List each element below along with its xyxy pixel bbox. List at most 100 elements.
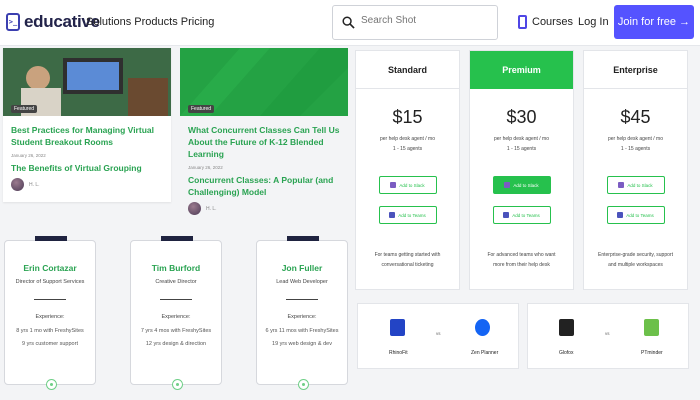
product-name: PTminder [641,350,663,356]
button-label: Add to Slack [513,182,539,188]
team-card-1: Erin Cortazar Director of Support Servic… [4,236,96,390]
plan-description: Enterprise-grade security, support and m… [598,252,673,268]
team-card-2: Tim Burford Creative Director Experience… [130,236,222,390]
plan-name: Enterprise [584,51,687,89]
comparison-card-2[interactable]: vs Glofox PTminder [527,303,689,369]
plan-agents: 1 - 15 agents [392,146,423,152]
product-name: RhinoFit [389,350,408,356]
divider [286,299,318,300]
plan-premium: Premium $30 per help desk agent / mo 1 -… [469,50,574,290]
phone-icon [518,15,527,29]
team-member-name: Erin Cortazar [23,263,77,273]
featured-tag: Featured [188,105,215,113]
blog-subtitle[interactable]: Concurrent Classes: A Popular (and Chall… [188,174,340,198]
avatar [188,202,201,215]
ptminder-logo-icon [644,319,659,336]
nav-links[interactable]: Solutions Products Pricing [86,16,214,28]
teams-icon [617,212,624,218]
blog-title[interactable]: Best Practices for Managing Virtual Stud… [11,124,163,148]
plan-price: $45 [620,107,651,127]
login-link[interactable]: Log In [578,16,609,28]
comparison-card-1[interactable]: vs RhinoFit Zen Planner [357,303,519,369]
blog-subtitle[interactable]: The Benefits of Virtual Grouping [11,162,163,174]
add-to-teams-button[interactable]: Add to Teams [378,206,437,224]
slack-icon [390,182,397,188]
team-member-name: Tim Burford [151,263,201,273]
blog-date: January 26, 2022 [188,165,223,170]
product-name: Zen Planner [471,350,499,356]
blog-card-2[interactable]: Featured What Concurrent Classes Can Tel… [180,48,348,230]
experience-line: 19 yrs web design & dev [272,341,332,347]
button-label: Add to Slack [627,182,653,188]
author-name: H. L. [206,205,217,212]
plan-agents: 1 - 15 agents [506,146,537,152]
experience-line: 7 yrs 4 mos with FreshySites [140,328,212,334]
plan-description: For advanced teams who want more from th… [487,252,556,268]
add-to-slack-button[interactable]: Add to Slack [492,176,551,194]
featured-tag: Featured [11,105,38,113]
vs-label: vs [436,331,441,336]
join-button[interactable]: Join for free → [614,5,694,39]
rhinofit-logo-icon [390,319,405,336]
slack-icon [504,182,511,188]
blog-author: H. L. [11,178,163,191]
vs-label: vs [605,331,610,336]
teams-icon [389,212,396,218]
avatar [11,178,24,191]
button-label: Add to Teams [512,212,540,218]
add-to-slack-button[interactable]: Add to Slack [378,176,437,194]
search-box[interactable] [332,5,498,40]
blog-card-1[interactable]: Featured Best Practices for Managing Vir… [3,48,171,202]
blog-author: H. L. [188,202,340,215]
blog-thumbnail: Featured [180,48,348,116]
terminal-logo-icon: >_ [6,13,20,31]
courses-label: Courses [532,16,573,28]
button-label: Add to Teams [626,212,654,218]
plan-per: per help desk agent / mo [493,136,550,142]
experience-line: 8 yrs 1 mo with FreshySites [16,328,84,334]
plan-per: per help desk agent / mo [379,136,436,142]
add-to-teams-button[interactable]: Add to Teams [606,206,665,224]
expand-dot-icon[interactable] [172,379,183,390]
team-member-role: Lead Web Developer [276,279,328,285]
search-input[interactable] [361,15,491,26]
plan-name: Standard [356,51,459,89]
search-icon [342,16,355,29]
divider [34,299,66,300]
experience-line: 6 yrs 11 mos with FreshySites [265,328,339,334]
plan-description: For teams getting started with conversat… [374,252,441,268]
blog-title[interactable]: What Concurrent Classes Can Tell Us Abou… [188,124,340,160]
experience-label: Experience: [161,314,191,320]
plan-price: $15 [392,107,423,127]
experience-label: Experience: [35,314,65,320]
product-name: Glofox [559,350,574,356]
add-to-slack-button[interactable]: Add to Slack [606,176,665,194]
plan-standard: Standard $15 per help desk agent / mo 1 … [355,50,460,290]
expand-dot-icon[interactable] [46,379,57,390]
zenplanner-logo-icon [475,319,490,336]
glofox-logo-icon [559,319,574,336]
team-member-role: Creative Director [155,279,197,285]
photo-edge [35,236,67,241]
plan-per: per help desk agent / mo [607,136,664,142]
team-member-name: Jon Fuller [281,263,323,273]
courses-link[interactable]: Courses [518,15,573,29]
photo-edge [161,236,193,241]
experience-line: 12 yrs design & direction [145,341,207,347]
blog-date: January 26, 2022 [11,153,46,158]
add-to-teams-button[interactable]: Add to Teams [492,206,551,224]
plan-price: $30 [506,107,537,127]
photo-edge [287,236,319,241]
author-name: H. L. [29,181,40,188]
expand-dot-icon[interactable] [298,379,309,390]
team-member-role: Director of Support Services [15,279,85,285]
button-label: Add to Slack [399,182,425,188]
team-card-3: Jon Fuller Lead Web Developer Experience… [256,236,348,390]
experience-label: Experience: [287,314,317,320]
teams-icon [503,212,510,218]
slack-icon [618,182,625,188]
plan-enterprise: Enterprise $45 per help desk agent / mo … [583,50,688,290]
blog-thumbnail: Featured [3,48,171,116]
top-nav-bar: >_ educative Solutions Products Pricing … [0,0,700,46]
plan-name: Premium [470,51,573,89]
